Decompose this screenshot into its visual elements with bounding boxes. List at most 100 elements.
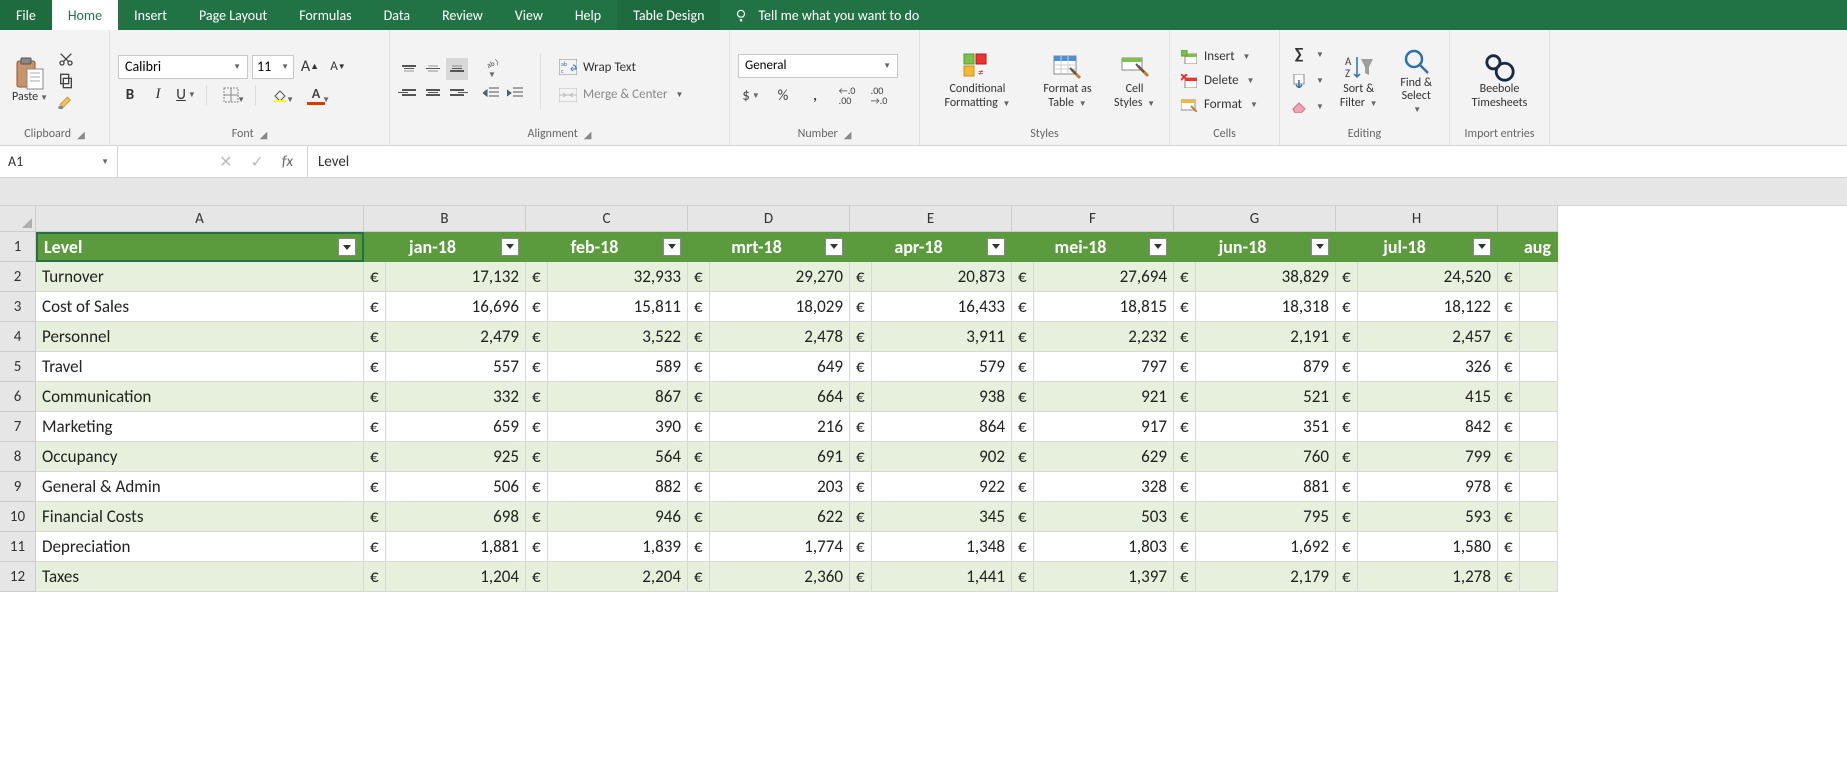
cell-value[interactable]: 16,433 bbox=[872, 292, 1012, 322]
cell-currency[interactable]: € bbox=[1336, 262, 1358, 292]
tab-data[interactable]: Data bbox=[368, 0, 426, 30]
beebole-timesheets-button[interactable]: Beebole Timesheets bbox=[1458, 49, 1541, 111]
cell-value-partial[interactable] bbox=[1520, 442, 1558, 472]
cell-label[interactable]: General & Admin bbox=[36, 472, 364, 502]
table-header-cell[interactable]: apr-18 bbox=[850, 232, 1012, 262]
paste-button[interactable]: Paste▼ bbox=[8, 56, 52, 106]
cell-value[interactable]: 2,479 bbox=[386, 322, 526, 352]
row-header[interactable]: 4 bbox=[0, 322, 36, 352]
cell-value[interactable]: 1,692 bbox=[1196, 532, 1336, 562]
decrease-font-button[interactable]: A▼ bbox=[326, 55, 350, 79]
cell-value[interactable]: 1,204 bbox=[386, 562, 526, 592]
orientation-button[interactable]: ab ⟩▼ bbox=[480, 58, 502, 80]
cell-label[interactable]: Marketing bbox=[36, 412, 364, 442]
cancel-formula-button[interactable]: ✕ bbox=[219, 152, 232, 172]
cell-value[interactable]: 593 bbox=[1358, 502, 1498, 532]
cell-value-partial[interactable] bbox=[1520, 472, 1558, 502]
cell-currency[interactable]: € bbox=[688, 562, 710, 592]
cell-value[interactable]: 921 bbox=[1034, 382, 1174, 412]
cell-currency[interactable]: € bbox=[1012, 472, 1034, 502]
cell-value[interactable]: 2,360 bbox=[710, 562, 850, 592]
cell-currency[interactable]: € bbox=[850, 502, 872, 532]
cell-value-partial[interactable] bbox=[1520, 562, 1558, 592]
col-header-E[interactable]: E bbox=[850, 206, 1012, 232]
cell-value[interactable]: 3,522 bbox=[548, 322, 688, 352]
cell-currency[interactable]: € bbox=[688, 532, 710, 562]
cell-currency[interactable]: € bbox=[688, 292, 710, 322]
cell-currency[interactable]: € bbox=[1174, 382, 1196, 412]
align-left-button[interactable] bbox=[398, 82, 420, 104]
cell-currency[interactable]: € bbox=[1174, 322, 1196, 352]
tab-formulas[interactable]: Formulas bbox=[283, 0, 367, 30]
cell-value[interactable]: 564 bbox=[548, 442, 688, 472]
number-dialog-launcher[interactable]: ◢ bbox=[844, 128, 852, 141]
cell-value[interactable]: 1,881 bbox=[386, 532, 526, 562]
cell-value[interactable]: 2,179 bbox=[1196, 562, 1336, 592]
cell-value[interactable]: 795 bbox=[1196, 502, 1336, 532]
alignment-dialog-launcher[interactable]: ◢ bbox=[584, 128, 592, 141]
filter-button[interactable] bbox=[1311, 238, 1329, 256]
cell-currency[interactable]: € bbox=[688, 352, 710, 382]
filter-button[interactable] bbox=[663, 238, 681, 256]
cell-currency[interactable]: € bbox=[1012, 532, 1034, 562]
cell-value[interactable]: 20,873 bbox=[872, 262, 1012, 292]
cell-value-partial[interactable] bbox=[1520, 532, 1558, 562]
cell-value[interactable]: 16,696 bbox=[386, 292, 526, 322]
tab-view[interactable]: View bbox=[499, 0, 559, 30]
cell-currency[interactable]: € bbox=[1174, 502, 1196, 532]
cell-label[interactable]: Travel bbox=[36, 352, 364, 382]
increase-indent-button[interactable] bbox=[504, 82, 526, 104]
fx-button[interactable]: fx bbox=[282, 153, 293, 171]
cell-currency[interactable]: € bbox=[364, 562, 386, 592]
cell-currency[interactable]: € bbox=[1012, 442, 1034, 472]
filter-button[interactable] bbox=[1473, 238, 1491, 256]
cell-currency[interactable]: € bbox=[1498, 382, 1520, 412]
cell-value-partial[interactable] bbox=[1520, 352, 1558, 382]
cell-currency[interactable]: € bbox=[1012, 502, 1034, 532]
cell-currency[interactable]: € bbox=[364, 262, 386, 292]
cell-value[interactable]: 332 bbox=[386, 382, 526, 412]
cell-currency[interactable]: € bbox=[850, 472, 872, 502]
cell-currency[interactable]: € bbox=[526, 322, 548, 352]
cell-value[interactable]: 17,132 bbox=[386, 262, 526, 292]
cell-value[interactable]: 18,029 bbox=[710, 292, 850, 322]
cell-currency[interactable]: € bbox=[364, 292, 386, 322]
cell-currency[interactable]: € bbox=[1498, 442, 1520, 472]
cell-value[interactable]: 328 bbox=[1034, 472, 1174, 502]
cell-value[interactable]: 925 bbox=[386, 442, 526, 472]
cell-currency[interactable]: € bbox=[364, 502, 386, 532]
copy-button[interactable] bbox=[56, 72, 76, 90]
find-select-button[interactable]: Find & Select ▼ bbox=[1391, 43, 1441, 119]
cell-value[interactable]: 29,270 bbox=[710, 262, 850, 292]
cell-value[interactable]: 203 bbox=[710, 472, 850, 502]
cell-value-partial[interactable] bbox=[1520, 322, 1558, 352]
comma-format-button[interactable]: , bbox=[802, 84, 828, 108]
cell-currency[interactable]: € bbox=[1336, 442, 1358, 472]
format-cells-button[interactable]: Format▼ bbox=[1178, 95, 1260, 115]
filter-button[interactable] bbox=[1149, 238, 1167, 256]
tab-table-design[interactable]: Table Design bbox=[617, 0, 720, 30]
cell-currency[interactable]: € bbox=[1012, 562, 1034, 592]
cell-value[interactable]: 3,911 bbox=[872, 322, 1012, 352]
cell-currency[interactable]: € bbox=[850, 382, 872, 412]
cell-currency[interactable]: € bbox=[1174, 262, 1196, 292]
cell-currency[interactable]: € bbox=[526, 442, 548, 472]
cell-currency[interactable]: € bbox=[688, 322, 710, 352]
italic-button[interactable]: I bbox=[146, 83, 170, 107]
row-header[interactable]: 11 bbox=[0, 532, 36, 562]
cell-value[interactable]: 18,318 bbox=[1196, 292, 1336, 322]
cell-currency[interactable]: € bbox=[1174, 442, 1196, 472]
cell-currency[interactable]: € bbox=[364, 382, 386, 412]
cell-value[interactable]: 664 bbox=[710, 382, 850, 412]
cell-value[interactable]: 879 bbox=[1196, 352, 1336, 382]
cell-value[interactable]: 659 bbox=[386, 412, 526, 442]
row-header[interactable]: 1 bbox=[0, 232, 36, 262]
format-painter-button[interactable] bbox=[56, 94, 76, 112]
cell-currency[interactable]: € bbox=[688, 382, 710, 412]
cell-currency[interactable]: € bbox=[1012, 322, 1034, 352]
cell-currency[interactable]: € bbox=[688, 262, 710, 292]
cell-currency[interactable]: € bbox=[1498, 292, 1520, 322]
cell-value[interactable]: 27,694 bbox=[1034, 262, 1174, 292]
cell-value[interactable]: 1,839 bbox=[548, 532, 688, 562]
tab-home[interactable]: Home bbox=[52, 0, 118, 30]
